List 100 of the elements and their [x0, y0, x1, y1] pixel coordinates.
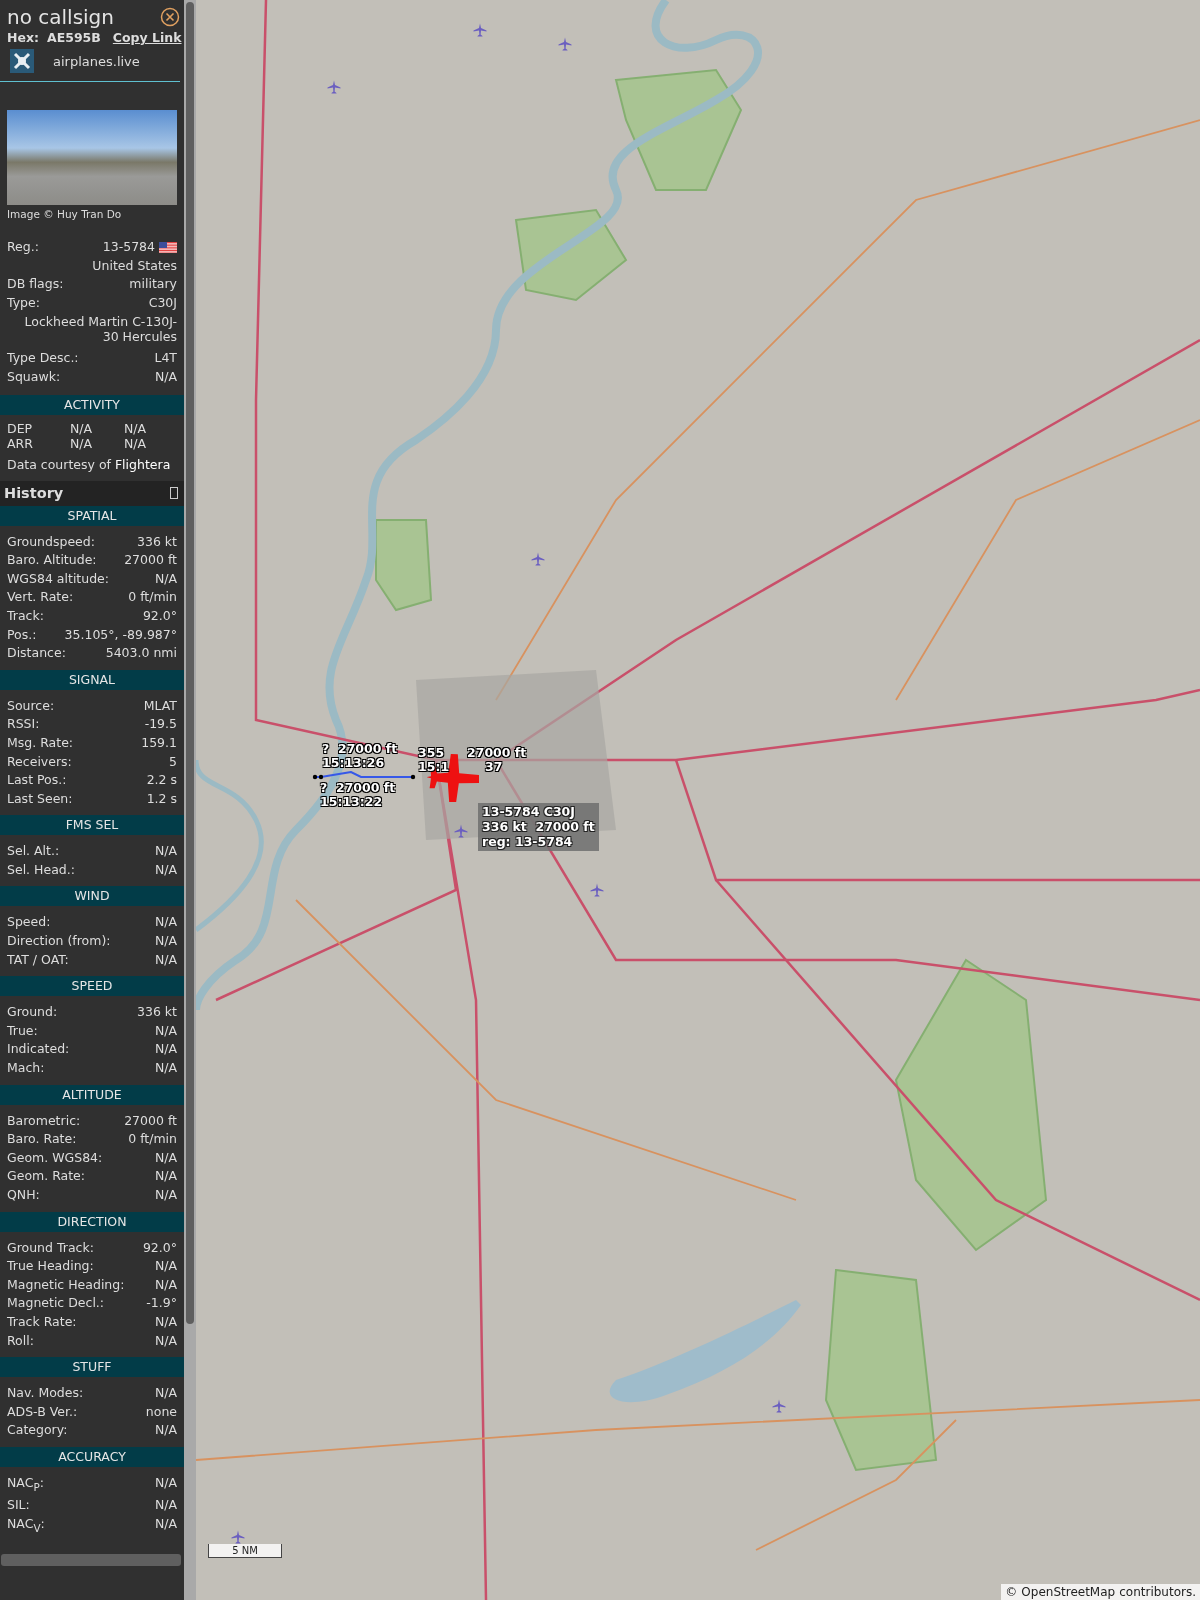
- airplane-logo-icon[interactable]: [10, 49, 34, 73]
- field-value: 336 kt: [137, 1003, 177, 1022]
- field-value: 27000 ft: [124, 1111, 177, 1130]
- field-label: TAT / OAT:: [7, 950, 69, 969]
- field-label: Sel. Alt.:: [7, 842, 60, 861]
- field-label: Category:: [7, 1421, 68, 1440]
- field-label: Vert. Rate:: [7, 588, 74, 607]
- section-header: ACCURACY: [0, 1446, 184, 1467]
- field-value: N/A: [154, 913, 177, 932]
- toggle-icon[interactable]: [170, 487, 178, 500]
- hex-code: AE595B: [47, 30, 101, 45]
- field-label: Last Pos.:: [7, 771, 67, 790]
- field-value: N/A: [154, 1496, 177, 1515]
- photo-credit: Image © Huy Tran Do: [7, 208, 123, 220]
- activity-cell: N/A: [124, 435, 147, 451]
- field-label: Type Desc.:: [7, 349, 79, 368]
- field-label: Pos.:: [7, 625, 37, 644]
- field-value: N/A: [154, 569, 177, 588]
- scrollbar[interactable]: [184, 0, 196, 1600]
- attribution-text: ©: [1005, 1585, 1018, 1599]
- field-label: Msg. Rate:: [7, 733, 74, 752]
- field-label: Geom. Rate:: [7, 1167, 86, 1186]
- field-label: NAC$_{P}$:: [7, 1473, 44, 1495]
- field-value: N/A: [154, 842, 177, 861]
- hex-label: Hex:: [7, 30, 39, 45]
- field-label: Indicated:: [7, 1040, 70, 1059]
- field-value: MLAT: [143, 696, 177, 715]
- data-courtesy: Data courtesy of Flightera: [7, 455, 172, 474]
- activity-cell: N/A: [124, 420, 147, 436]
- field-value: N/A: [154, 1167, 177, 1186]
- section-header: DIRECTION: [0, 1211, 184, 1232]
- field-label: True Heading:: [7, 1257, 94, 1276]
- field-label: Type:: [7, 293, 40, 312]
- close-icon[interactable]: [160, 7, 180, 27]
- track-point-label: ? 27000 ft 15:13:22: [320, 781, 396, 809]
- scale-bar: 5 NM: [208, 1544, 282, 1558]
- field-label: WGS84 altitude:: [7, 569, 110, 588]
- field-value: 35.105°, -89.987°: [64, 625, 177, 644]
- field-label: QNH:: [7, 1186, 40, 1204]
- field-label: Distance:: [7, 644, 66, 663]
- field-label: Last Seen:: [7, 789, 73, 808]
- photo-placeholder[interactable]: [7, 110, 177, 205]
- field-label: Source:: [7, 696, 55, 715]
- section-header: ACTIVITY: [0, 394, 184, 415]
- field-label: True:: [7, 1021, 38, 1040]
- aircraft-label: 27000 ft 37: [467, 746, 527, 774]
- field-value: N/A: [154, 1257, 177, 1276]
- field-value: L4T: [154, 349, 177, 368]
- field-value: 27000 ft: [124, 551, 177, 570]
- field-label: Reg.:: [7, 238, 39, 256]
- field-value: N/A: [154, 367, 177, 386]
- country-name: United States: [92, 256, 177, 275]
- field-label: Speed:: [7, 913, 51, 932]
- field-value: 1.2 s: [146, 789, 177, 808]
- section-header: ALTITUDE: [0, 1084, 184, 1105]
- field-value: N/A: [154, 1384, 177, 1403]
- field-label: Sel. Head.:: [7, 860, 75, 879]
- field-label: Nav. Modes:: [7, 1384, 84, 1403]
- field-label: SIL:: [7, 1496, 30, 1515]
- field-label: Baro. Rate:: [7, 1130, 77, 1149]
- history-header[interactable]: History: [0, 480, 184, 506]
- field-label: Track Rate:: [7, 1312, 77, 1331]
- field-label: Squawk:: [7, 367, 61, 386]
- field-value: 0 ft/min: [128, 588, 177, 607]
- field-value: N/A: [154, 1514, 177, 1533]
- selected-aircraft-label: 13-5784 C30J 336 kt 27000 ft reg: 13-5784: [478, 803, 599, 851]
- field-value: 92.0°: [142, 1238, 177, 1257]
- field-value: 5: [169, 752, 177, 771]
- field-value: 336 kt: [137, 532, 177, 551]
- openstreetmap-link[interactable]: OpenStreetMap: [1021, 1585, 1116, 1599]
- activity-cell-text: DEP: [7, 420, 34, 436]
- field-label: Magnetic Heading:: [7, 1275, 125, 1294]
- field-value: N/A: [154, 1473, 177, 1492]
- flag-icon: [159, 241, 177, 253]
- section-header: WIND: [0, 886, 184, 907]
- scrollbar[interactable]: [1, 1554, 181, 1566]
- field-value: 0 ft/min: [128, 1130, 177, 1149]
- section-header: SPEED: [0, 976, 184, 997]
- brand-link[interactable]: airplanes.live: [53, 53, 140, 69]
- field-value: N/A: [154, 1421, 177, 1440]
- field-label: Direction (from):: [7, 932, 111, 951]
- field-label: Geom. WGS84:: [7, 1148, 103, 1167]
- field-value: 2.2 s: [146, 771, 177, 790]
- field-label: Magnetic Decl.:: [7, 1294, 105, 1313]
- field-label: Track:: [7, 606, 44, 625]
- attribution-text: contributors.: [1119, 1585, 1196, 1599]
- field-value: N/A: [154, 1059, 177, 1078]
- field-value: 92.0°: [142, 606, 177, 625]
- copy-link[interactable]: Copy Link: [112, 30, 182, 45]
- activity-cell-text: ARR: [7, 435, 34, 451]
- field-label: Baro. Altitude:: [7, 551, 97, 570]
- field-value: 159.1: [141, 733, 177, 752]
- field-value: N/A: [154, 860, 177, 879]
- field-label: DB flags:: [7, 275, 64, 294]
- field-value: C30J: [148, 293, 177, 312]
- field-value: 5403.0 nmi: [105, 644, 177, 663]
- field-label: RSSI:: [7, 715, 40, 734]
- section-header: FMS SEL: [0, 815, 184, 836]
- aircraft-callsign: no callsign: [7, 5, 114, 29]
- field-label: Barometric:: [7, 1111, 81, 1130]
